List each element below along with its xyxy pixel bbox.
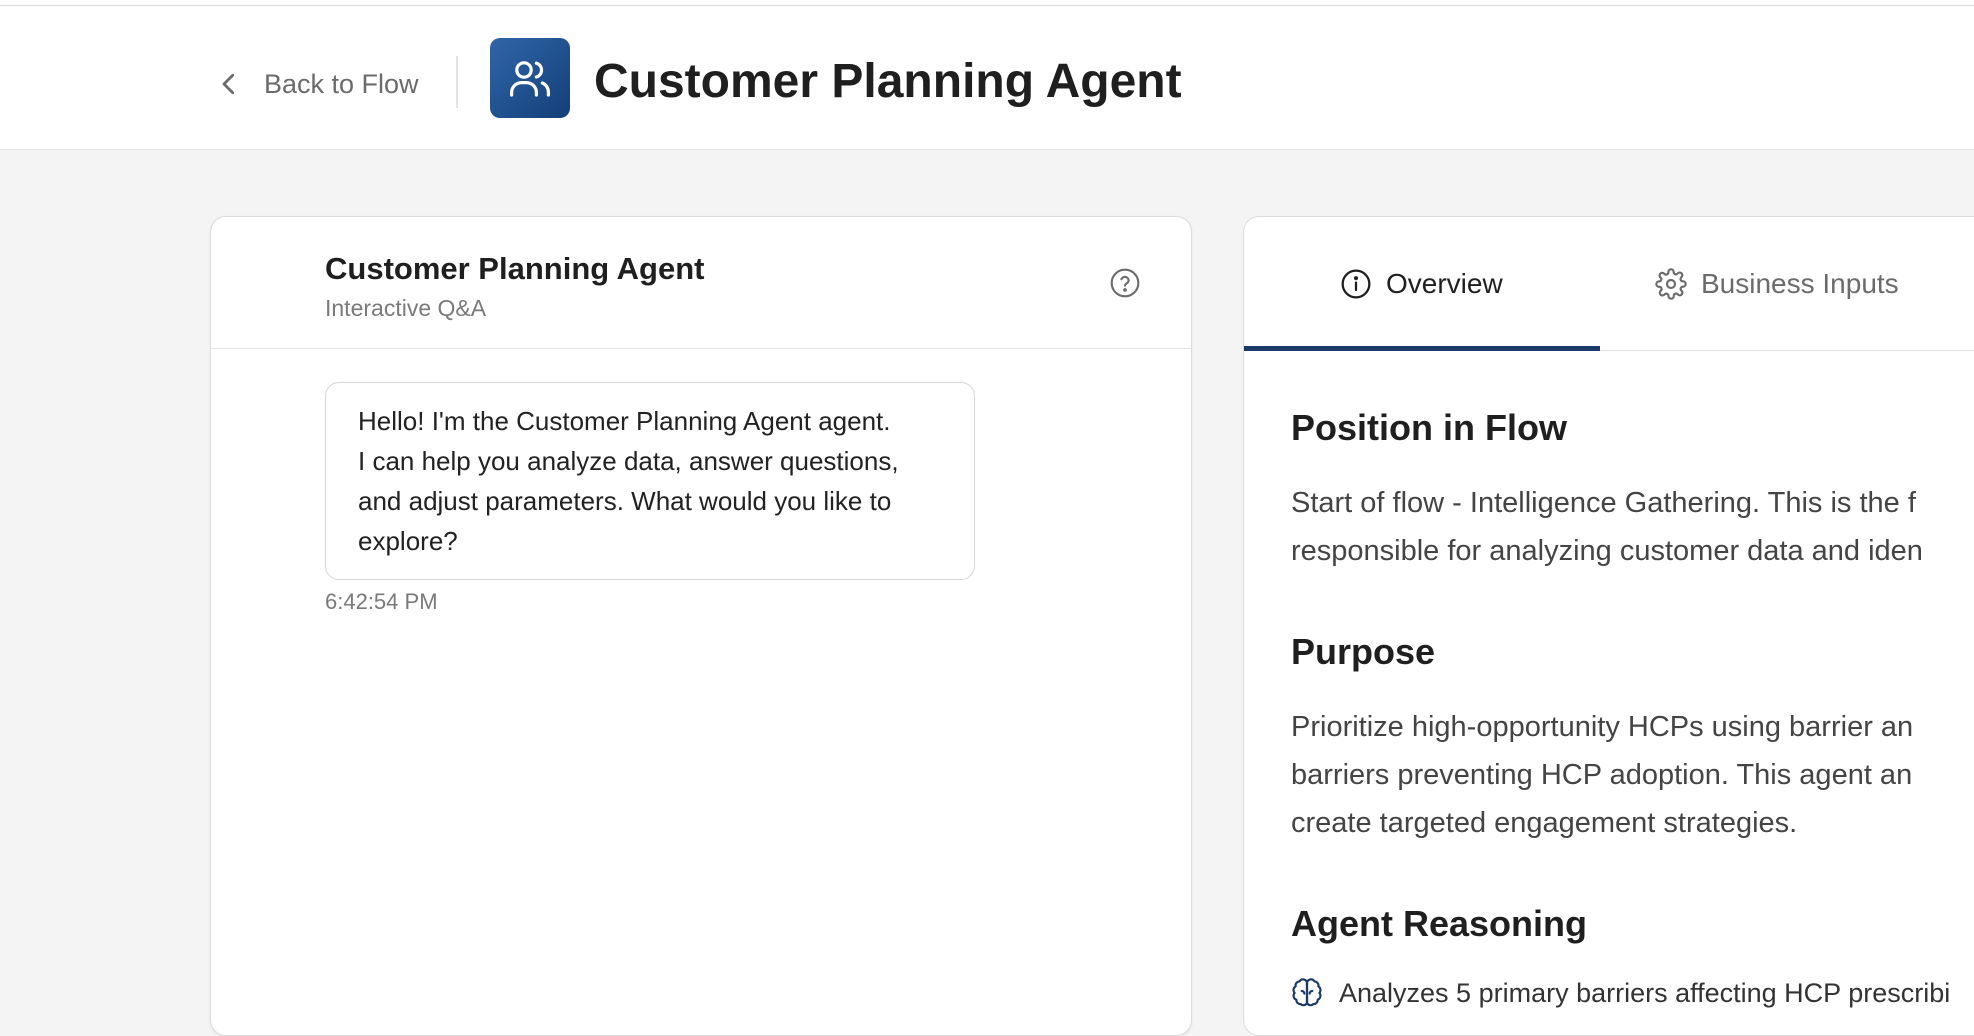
help-button[interactable] xyxy=(1109,267,1141,299)
info-tabs: Overview Business Inputs xyxy=(1244,217,1974,351)
tab-overview-label: Overview xyxy=(1386,268,1503,299)
text-line: create targeted engagement strategies. xyxy=(1291,807,1798,839)
text-line: responsible for analyzing customer data … xyxy=(1291,535,1923,567)
message-line: Hello! I'm the Customer Planning Agent a… xyxy=(358,406,891,436)
users-icon xyxy=(510,61,551,97)
message-line: I can help you analyze data, answer ques… xyxy=(358,446,899,476)
chevron-left-icon xyxy=(222,73,235,95)
tab-business-inputs-label: Business Inputs xyxy=(1701,268,1899,299)
header-divider xyxy=(456,56,458,108)
agent-reasoning-heading: Agent Reasoning xyxy=(1291,903,1588,944)
position-in-flow-heading: Position in Flow xyxy=(1291,407,1567,448)
tab-overview[interactable]: Overview xyxy=(1340,217,1503,351)
info-icon xyxy=(1341,269,1371,299)
reasoning-item-text: Analyzes 5 primary barriers affecting HC… xyxy=(1339,977,1951,1008)
page-title: Customer Planning Agent xyxy=(594,55,1182,108)
chat-panel: Customer Planning Agent Interactive Q&A … xyxy=(210,216,1192,1036)
chat-subtitle: Interactive Q&A xyxy=(325,295,487,321)
agent-message-bubble: Hello! I'm the Customer Planning Agent a… xyxy=(325,382,975,580)
back-to-flow-link[interactable]: Back to Flow xyxy=(214,58,419,110)
help-circle-icon xyxy=(1110,268,1140,298)
brain-icon xyxy=(1292,978,1322,1007)
chat-header: Customer Planning Agent Interactive Q&A xyxy=(211,217,1191,349)
position-in-flow-text: Start of flow - Intelligence Gathering. … xyxy=(1291,479,1974,575)
tab-business-inputs[interactable]: Business Inputs xyxy=(1655,217,1899,351)
gear-icon xyxy=(1655,268,1687,300)
chat-title: Customer Planning Agent xyxy=(325,251,705,286)
purpose-heading: Purpose xyxy=(1291,631,1436,672)
message-line: explore? xyxy=(358,526,458,556)
text-line: barriers preventing HCP adoption. This a… xyxy=(1291,759,1913,791)
text-line: Start of flow - Intelligence Gathering. … xyxy=(1291,487,1916,519)
message-line: and adjust parameters. What would you li… xyxy=(358,486,892,516)
agent-icon-tile xyxy=(490,38,570,118)
message-timestamp: 6:42:54 PM xyxy=(325,589,438,614)
purpose-text: Prioritize high-opportunity HCPs using b… xyxy=(1291,703,1974,847)
info-panel: Overview Business Inputs Position in Flo… xyxy=(1243,216,1974,1036)
back-to-flow-label: Back to Flow xyxy=(264,68,419,99)
page-header: Back to Flow Customer Planning Agent xyxy=(0,6,1974,150)
text-line: Prioritize high-opportunity HCPs using b… xyxy=(1291,711,1914,743)
active-tab-indicator xyxy=(1244,346,1600,351)
reasoning-item: Analyzes 5 primary barriers affecting HC… xyxy=(1291,977,1950,1009)
